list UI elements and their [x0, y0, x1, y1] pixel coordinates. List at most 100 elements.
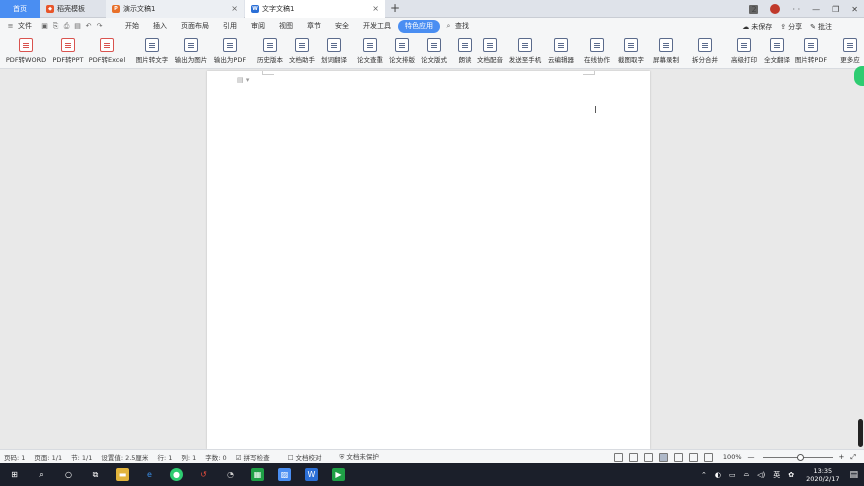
redo-icon[interactable]: ↷: [95, 22, 104, 31]
comment-button[interactable]: 批注: [818, 22, 832, 32]
ribbon-item[interactable]: 发送至手机: [505, 38, 545, 64]
preview-icon[interactable]: ▤: [73, 22, 82, 31]
ribbon-item[interactable]: 文档配音: [470, 38, 510, 64]
export-icon[interactable]: ⎘: [51, 22, 60, 31]
ribbon-item[interactable]: PDF转Excel: [87, 38, 127, 64]
edge-icon[interactable]: e: [143, 468, 156, 481]
web-view-icon[interactable]: [688, 452, 698, 462]
clock[interactable]: 13:35 2020/2/17: [806, 467, 839, 483]
pen-icon[interactable]: [643, 452, 653, 462]
proofread-button[interactable]: ☐ 文档校对: [288, 452, 331, 462]
menu-review[interactable]: 审阅: [244, 20, 272, 33]
menu-view[interactable]: 视图: [272, 20, 300, 33]
menu-file[interactable]: 文件: [16, 20, 39, 33]
search-icon[interactable]: ⌕: [35, 468, 48, 481]
status-row[interactable]: 行: 1: [157, 452, 172, 462]
zoom-out-button[interactable]: —: [748, 453, 755, 461]
scroll-thumb[interactable]: [858, 419, 863, 447]
ribbon-item[interactable]: 图片转PDF: [791, 38, 831, 64]
tab-document[interactable]: W 文字文稿1 ×: [245, 0, 385, 18]
paste-options-icon[interactable]: ▤ ▾: [237, 76, 249, 84]
close-window-button[interactable]: ✕: [851, 5, 858, 14]
document-page[interactable]: ▤ ▾ I: [207, 71, 650, 449]
recorder-icon[interactable]: ▶: [332, 468, 345, 481]
search-icon[interactable]: ⌕: [444, 22, 453, 31]
menu-developer[interactable]: 开发工具: [356, 20, 398, 33]
status-page-number[interactable]: 页码: 1: [4, 452, 25, 462]
zoom-level[interactable]: 100%: [723, 453, 742, 461]
menu-start[interactable]: 开始: [118, 20, 146, 33]
input-language[interactable]: 英: [773, 470, 780, 480]
status-column[interactable]: 列: 1: [181, 452, 196, 462]
spell-check-button[interactable]: ☑ 拼写检查: [236, 452, 279, 462]
window-count-badge[interactable]: 2: [749, 4, 759, 14]
ribbon-item[interactable]: PDF转PPT: [48, 38, 88, 64]
task-view-icon[interactable]: ⧉: [89, 468, 102, 481]
document-area[interactable]: ▤ ▾ I: [0, 69, 864, 449]
ribbon-item[interactable]: 更多应: [830, 38, 864, 64]
battery-icon[interactable]: ▭: [729, 471, 736, 479]
ribbon-item[interactable]: 拆分合并: [685, 38, 725, 64]
close-icon[interactable]: ×: [231, 4, 238, 13]
windows-start-icon[interactable]: ⊞: [8, 468, 21, 481]
save-icon[interactable]: ▣: [40, 22, 49, 31]
notification-icon[interactable]: ▤: [849, 470, 858, 480]
unsaved-status[interactable]: 未保存: [751, 22, 772, 32]
ribbon-item[interactable]: 输出为PDF: [210, 38, 250, 64]
page-view-icon[interactable]: [658, 452, 668, 462]
fullscreen-icon[interactable]: [613, 452, 623, 462]
status-word-count[interactable]: 字数: 0: [205, 452, 226, 462]
network-icon[interactable]: ⌓: [744, 470, 750, 479]
ribbon-item[interactable]: 截图取字: [611, 38, 651, 64]
add-tab-button[interactable]: +: [390, 1, 400, 15]
tab-presentation[interactable]: P 演示文稿1 ×: [106, 0, 244, 18]
tab-daoke-template[interactable]: ◆ 稻壳模板: [40, 0, 105, 18]
wps-writer-icon[interactable]: W: [305, 468, 318, 481]
menu-reference[interactable]: 引用: [216, 20, 244, 33]
minimize-button[interactable]: —: [812, 5, 820, 14]
ribbon-item[interactable]: 划词翻译: [314, 38, 354, 64]
menu-insert[interactable]: 插入: [146, 20, 174, 33]
avatar[interactable]: [770, 4, 781, 14]
cortana-icon[interactable]: ○: [62, 468, 75, 481]
eye-protect-icon[interactable]: [703, 452, 713, 462]
vertical-scrollbar[interactable]: [857, 69, 863, 449]
photo-app-icon[interactable]: ▨: [278, 468, 291, 481]
print-icon[interactable]: ⎙: [62, 22, 71, 31]
tray-up-icon[interactable]: ⌃: [701, 471, 707, 479]
maximize-button[interactable]: ❐: [832, 5, 839, 14]
app-icon[interactable]: ◔: [224, 468, 237, 481]
close-icon[interactable]: ×: [372, 4, 379, 13]
hamburger-icon[interactable]: ≡: [6, 22, 15, 31]
tab-home[interactable]: 首页: [0, 0, 40, 18]
menu-page-layout[interactable]: 页面布局: [174, 20, 216, 33]
zoom-slider[interactable]: [762, 453, 833, 461]
browser-360-icon[interactable]: ●: [170, 468, 183, 481]
protect-button[interactable]: ⛨ 文档未保护: [339, 451, 387, 462]
outline-view-icon[interactable]: [673, 452, 683, 462]
menu-special-apps[interactable]: 特色应用: [398, 20, 440, 33]
undo-icon[interactable]: ↶: [84, 22, 93, 31]
ribbon-item[interactable]: 输出为图片: [171, 38, 211, 64]
search-button[interactable]: 查找: [454, 20, 476, 33]
status-pages[interactable]: 页面: 1/1: [34, 452, 62, 462]
file-explorer-icon[interactable]: ▬: [116, 468, 129, 481]
zoom-in-button[interactable]: +: [839, 453, 845, 461]
ribbon-item[interactable]: 图片转文字: [132, 38, 172, 64]
ribbon-item[interactable]: PDF转WORD: [6, 38, 46, 64]
status-section[interactable]: 节: 1/1: [71, 452, 92, 462]
wps-icon[interactable]: ↺: [197, 468, 210, 481]
expand-icon[interactable]: ⤢: [850, 453, 856, 462]
read-mode-icon[interactable]: [628, 452, 638, 462]
volume-icon[interactable]: ◁): [757, 471, 765, 479]
menu-security[interactable]: 安全: [328, 20, 356, 33]
menu-chapter[interactable]: 章节: [300, 20, 328, 33]
zoom-slider-knob[interactable]: [796, 453, 804, 461]
tray-app-icon[interactable]: ◐: [715, 471, 721, 479]
ribbon-item[interactable]: 云编辑器: [541, 38, 581, 64]
share-button[interactable]: 分享: [788, 22, 802, 32]
wechat-icon[interactable]: ▦: [251, 468, 264, 481]
status-setting[interactable]: 设置值: 2.5厘米: [101, 452, 148, 462]
ribbon-item[interactable]: 屏幕录制: [646, 38, 686, 64]
input-method-icon[interactable]: ✿: [788, 471, 794, 479]
